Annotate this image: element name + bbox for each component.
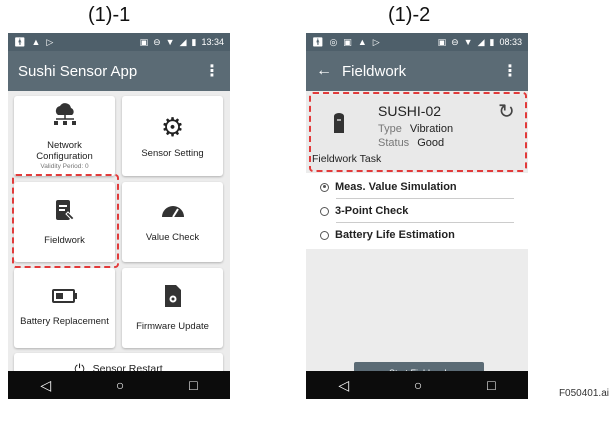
image-icon: ▣ — [343, 36, 352, 47]
file-gear-icon — [164, 284, 182, 313]
warning-icon: ▲ — [357, 37, 367, 47]
network-label-2: Configuration — [36, 150, 93, 162]
battery-icon: ▮ — [191, 36, 197, 47]
firmware-update-tile[interactable]: Firmware Update — [122, 268, 223, 348]
navigation-bar: ◁ ○ □ — [8, 371, 230, 399]
battery-replacement-label: Battery Replacement — [20, 316, 109, 327]
play-icon: ▷ — [372, 36, 380, 47]
battery-tile-icon — [51, 289, 78, 308]
radio-icon[interactable] — [320, 206, 329, 216]
screen-title: Fieldwork — [342, 62, 407, 80]
nfc-icon: ▣ — [139, 36, 149, 47]
app-bar: ← Fieldwork ⋮ — [306, 51, 528, 91]
back-nav-icon[interactable]: ◁ — [40, 377, 51, 394]
option-label: Battery Life Estimation — [335, 229, 455, 241]
back-nav-icon[interactable]: ◁ — [338, 377, 349, 394]
status-bar: 🚹︎ ◎ ▣ ▲ ▷ ▣ ⊖ ▼ ◢ ▮ 08:33 — [306, 33, 528, 51]
file-label: F050401.ai — [558, 388, 609, 399]
network-label-1: Network — [47, 139, 82, 151]
caption-right: (1)-2 — [388, 4, 431, 26]
nfc-icon: ▣ — [437, 36, 447, 47]
do-not-disturb-icon: ⊖ — [451, 36, 459, 47]
person-icon: 🚹︎ — [14, 36, 26, 47]
value-check-label: Value Check — [145, 232, 200, 243]
network-configuration-tile[interactable]: Network Configuration Validity Period: 0 — [14, 96, 115, 176]
do-not-disturb-icon: ⊖ — [153, 36, 161, 47]
sensor-setting-label: Sensor Setting — [141, 147, 204, 159]
wifi-icon: ▼ — [165, 37, 175, 47]
divider — [336, 222, 514, 223]
fieldwork-highlight — [12, 174, 119, 268]
divider — [336, 198, 514, 199]
phone-screen-1: 🚹︎ ▲ ▷ ▣ ⊖ ▼ ◢ ▮ 13:34 Sushi Sensor App … — [8, 33, 230, 399]
option-3-point-check[interactable]: 3-Point Check — [320, 205, 408, 217]
warning-icon: ▲ — [31, 37, 41, 47]
device-highlight — [309, 92, 527, 172]
recents-nav-icon[interactable]: □ — [487, 377, 495, 393]
recents-nav-icon[interactable]: □ — [189, 377, 197, 393]
option-label: 3-Point Check — [335, 205, 409, 217]
radio-icon[interactable] — [320, 230, 329, 240]
cloud-network-icon — [50, 102, 80, 132]
validity-period: Validity Period: 0 — [40, 162, 89, 170]
signal-icon: ◢ — [477, 36, 485, 47]
play-icon: ▷ — [46, 36, 54, 47]
sensor-setting-tile[interactable]: ⚙ Sensor Setting — [122, 96, 223, 176]
home-nav-icon[interactable]: ○ — [116, 377, 124, 393]
radio-selected-icon[interactable] — [320, 182, 329, 192]
wifi-icon: ▼ — [463, 37, 473, 47]
signal-icon: ◢ — [179, 36, 187, 47]
sync-icon: ◎ — [329, 36, 338, 47]
phone-screen-2: 🚹︎ ◎ ▣ ▲ ▷ ▣ ⊖ ▼ ◢ ▮ 08:33 ← Fieldwork ⋮… — [306, 33, 528, 399]
caption-left: (1)-1 — [88, 4, 131, 26]
status-bar: 🚹︎ ▲ ▷ ▣ ⊖ ▼ ◢ ▮ 13:34 — [8, 33, 230, 51]
battery-replacement-tile[interactable]: Battery Replacement — [14, 268, 115, 348]
navigation-bar: ◁ ○ □ — [306, 371, 528, 399]
battery-icon: ▮ — [489, 36, 495, 47]
option-battery-life-estimation[interactable]: Battery Life Estimation — [320, 229, 455, 241]
app-bar: Sushi Sensor App ⋮ — [8, 51, 230, 91]
option-label: Meas. Value Simulation — [335, 181, 457, 193]
home-nav-icon[interactable]: ○ — [414, 377, 422, 393]
overflow-menu-icon[interactable]: ⋮ — [204, 61, 220, 81]
overflow-menu-icon[interactable]: ⋮ — [502, 61, 518, 81]
status-time: 13:34 — [201, 37, 224, 47]
value-check-tile[interactable]: Value Check — [122, 182, 223, 262]
back-arrow-icon[interactable]: ← — [316, 62, 332, 80]
gear-icon: ⚙ — [160, 111, 185, 142]
speedometer-icon — [160, 201, 186, 224]
status-time: 08:33 — [499, 37, 522, 47]
firmware-update-label: Firmware Update — [136, 321, 209, 332]
person-icon: 🚹︎ — [312, 36, 324, 47]
app-title: Sushi Sensor App — [18, 62, 138, 80]
option-meas-value-simulation[interactable]: Meas. Value Simulation — [320, 181, 457, 193]
